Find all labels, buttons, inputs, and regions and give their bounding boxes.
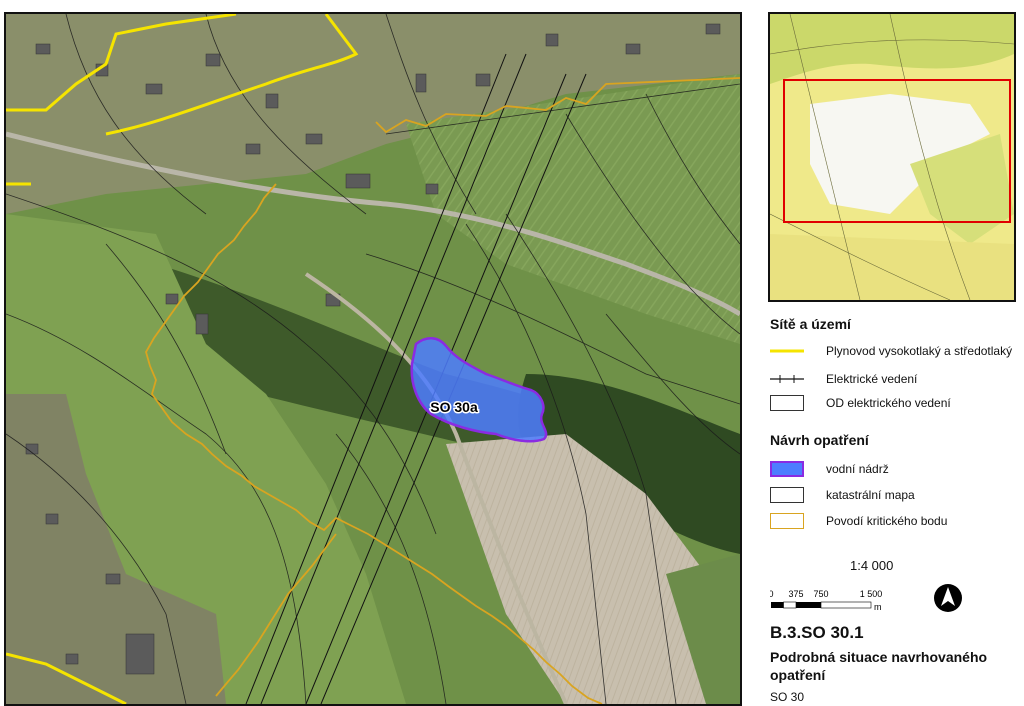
legend-item-cadastral: katastrální mapa [770, 486, 915, 504]
legend-label-power-line-buffer: OD elektrického vedení [826, 396, 951, 410]
legend-section-title-networks: Sítě a území [770, 316, 851, 332]
legend-item-gas-pipeline: Plynovod vysokotlaký a středotlaký [770, 342, 1012, 360]
document-title: Podrobná situace navrhovaného opatření [770, 649, 988, 683]
legend-label-power-line: Elektrické vedení [826, 372, 918, 386]
legend-label-catchment: Povodí kritického bodu [826, 514, 948, 528]
legend-item-power-line: Elektrické vedení [770, 370, 917, 388]
catchment-swatch [770, 513, 804, 529]
scale-unit: m [874, 602, 882, 612]
scale-segment-3 [796, 602, 821, 608]
reservoir-swatch [770, 461, 804, 477]
scale-tick-1500: 1 500 [860, 589, 883, 599]
legend-item-power-line-buffer: OD elektrického vedení [770, 394, 951, 412]
legend-item-reservoir: vodní nádrž [770, 460, 889, 478]
document-subtitle: SO 30 [770, 690, 805, 704]
scale-tick-750: 750 [813, 589, 828, 599]
main-map[interactable]: SO 30a [4, 12, 742, 706]
legend-item-catchment: Povodí kritického bodu [770, 512, 947, 530]
overview-bottom [770, 234, 1014, 300]
scale-segment-1 [771, 602, 784, 608]
legend-label-reservoir: vodní nádrž [826, 462, 889, 476]
cadastral-swatch [770, 487, 804, 503]
scale-ratio: 1:4 000 [850, 558, 894, 573]
overview-map[interactable] [768, 12, 1016, 302]
scale-segment-2 [783, 601, 797, 609]
scale-segment-4 [820, 601, 872, 609]
north-arrow-icon [932, 582, 964, 619]
power-line-swatch [770, 371, 804, 387]
document-code: B.3.SO 30.1 [770, 623, 864, 642]
gas-pipeline-swatch [770, 343, 804, 359]
legend-section-title-measures: Návrh opatření [770, 432, 869, 448]
legend-label-cadastral: katastrální mapa [826, 488, 915, 502]
reservoir-label: SO 30a [430, 399, 478, 415]
power-line-buffer-swatch [770, 395, 804, 411]
scale-tick-0: 0 [770, 589, 774, 599]
scale-tick-375: 375 [788, 589, 803, 599]
legend-label-gas-pipeline: Plynovod vysokotlaký a středotlaký [826, 344, 1013, 358]
scale-bar: 0 375 750 1 500 m [768, 588, 890, 623]
